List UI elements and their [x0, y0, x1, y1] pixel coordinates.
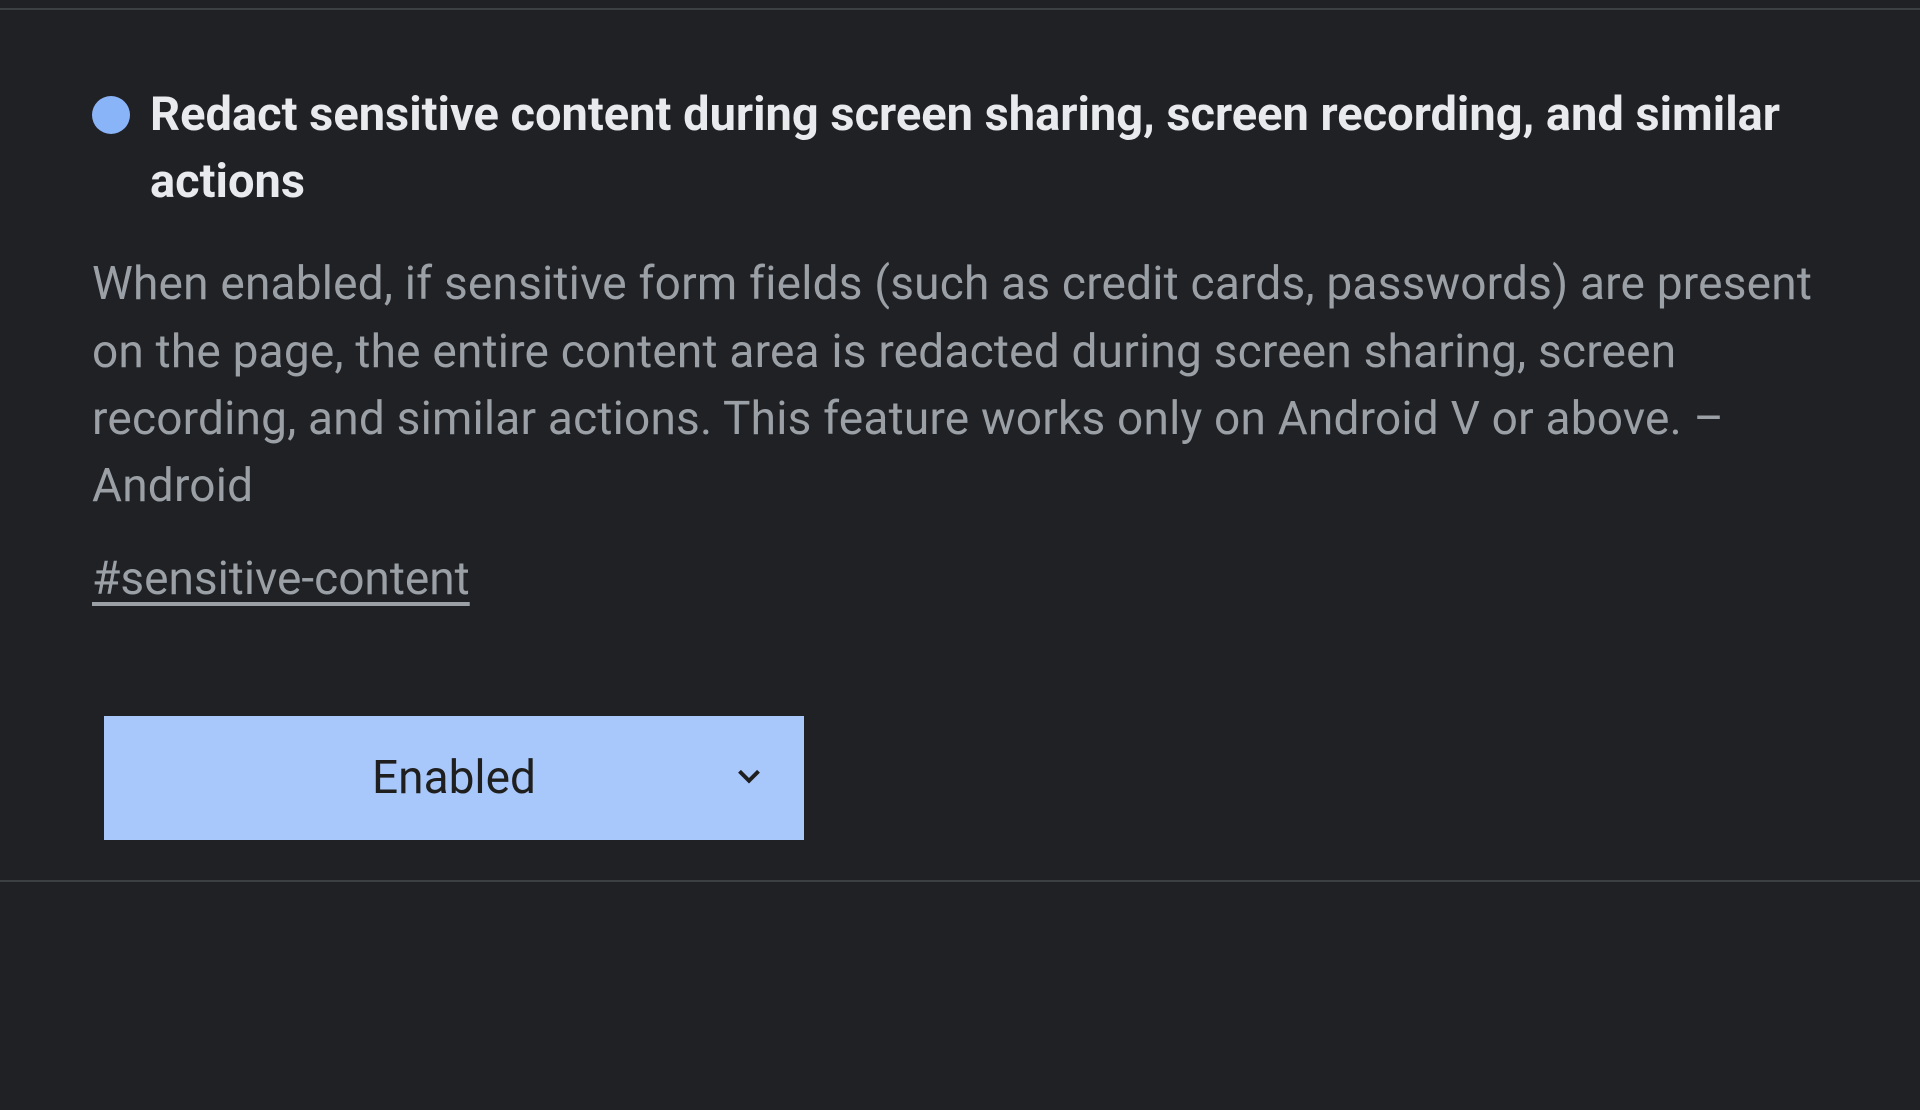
flag-description: When enabled, if sensitive form fields (…	[92, 251, 1828, 520]
chevron-down-icon	[730, 757, 768, 799]
flag-title-row: Redact sensitive content during screen s…	[92, 82, 1828, 215]
flag-hash-link[interactable]: #sensitive-content	[92, 552, 470, 606]
flag-title: Redact sensitive content during screen s…	[150, 82, 1828, 215]
status-dot-icon	[92, 96, 130, 134]
flag-state-dropdown[interactable]: Enabled	[104, 716, 804, 840]
dropdown-selected-label: Enabled	[372, 751, 536, 805]
dropdown-container: Enabled	[104, 716, 1828, 840]
flag-entry: Redact sensitive content during screen s…	[0, 8, 1920, 882]
